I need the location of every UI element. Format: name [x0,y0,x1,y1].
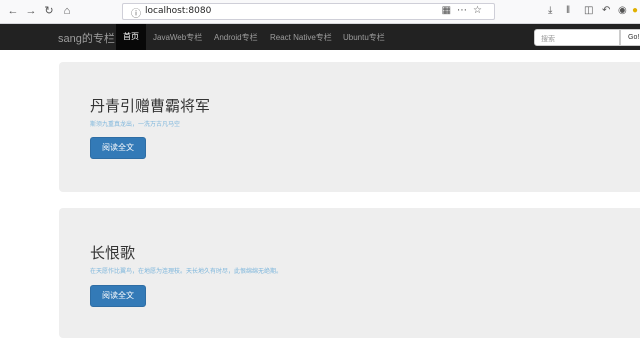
article-title: 丹青引赠曹霸将军 [90,97,211,115]
article-excerpt: 在天愿作比翼鸟，在地愿为连理枝。天长地久有时尽，此恨绵绵无绝期。 [90,269,283,275]
browser-toolbar: ← → ↻ ⌂ ⓘ localhost:8080 ▦⋯☆ ⤓ ‖ ◫ ↶ ◉ ● [0,0,640,24]
download-icon[interactable]: ⤓ [548,5,552,16]
url-text: localhost:8080 [145,6,212,16]
nav-item-react-native[interactable]: React Native专栏 [270,32,332,43]
extension-icon[interactable]: ● [632,5,638,16]
sidebar-icon[interactable]: ◫ [584,5,593,16]
url-actions: ▦⋯☆ [442,5,488,16]
article-card: 丹青引赠曹霸将军 斯须九重真龙出，一洗万古凡马空 阅读全文 [59,62,640,192]
bookmark-star-icon[interactable]: ☆ [473,5,488,16]
search-input[interactable]: 搜索 [534,29,620,46]
site-navbar: sang的专栏 首页 JavaWeb专栏 Android专栏 React Nat… [0,24,640,50]
address-bar[interactable]: ⓘ localhost:8080 ▦⋯☆ [122,3,495,20]
site-brand[interactable]: sang的专栏 [58,30,115,46]
article-title: 长恨歌 [90,244,136,262]
nav-item-javaweb[interactable]: JavaWeb专栏 [153,32,202,43]
nav-item-home[interactable]: 首页 [116,24,146,50]
home-icon[interactable]: ⌂ [60,4,74,18]
back-icon[interactable]: ← [6,4,20,18]
undo-icon[interactable]: ↶ [602,5,610,16]
page-actions-icon[interactable]: ⋯ [457,5,473,16]
library-icon[interactable]: ‖ [566,5,570,16]
info-icon[interactable]: ⓘ [131,5,141,20]
forward-icon[interactable]: → [24,4,38,18]
qr-code-icon[interactable]: ▦ [442,5,457,16]
reload-icon[interactable]: ↻ [42,4,56,18]
article-excerpt: 斯须九重真龙出，一洗万古凡马空 [90,122,181,128]
nav-item-android[interactable]: Android专栏 [214,32,258,43]
article-card: 长恨歌 在天愿作比翼鸟，在地愿为连理枝。天长地久有时尽，此恨绵绵无绝期。 阅读全… [59,208,640,338]
read-more-button[interactable]: 阅读全文 [90,285,146,307]
go-button[interactable]: Go! [620,29,640,46]
chat-icon[interactable]: ◉ [618,5,627,16]
read-more-button[interactable]: 阅读全文 [90,137,146,159]
nav-item-ubuntu[interactable]: Ubuntu专栏 [343,32,385,43]
